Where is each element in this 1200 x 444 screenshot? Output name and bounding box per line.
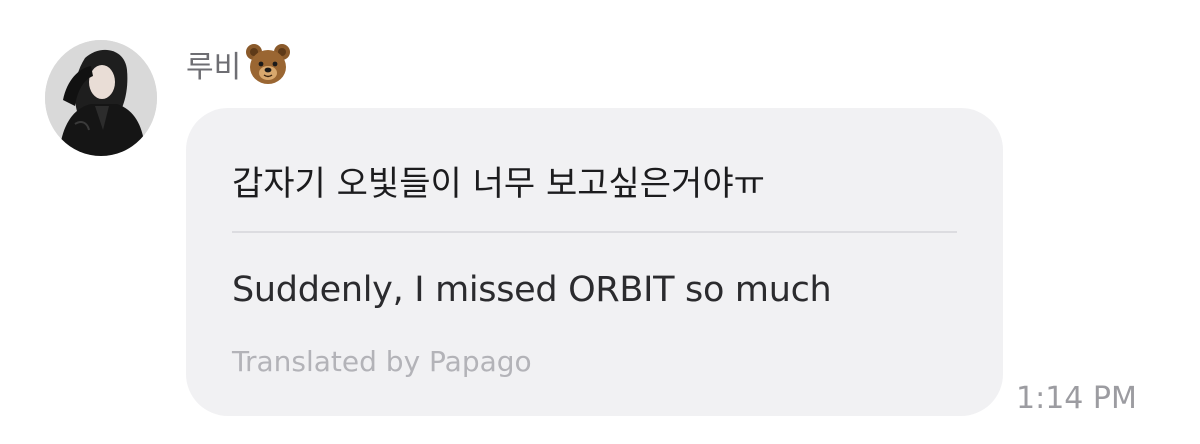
profile-photo-avatar — [45, 40, 157, 156]
sender-header: 루비 — [186, 40, 291, 88]
translated-message-text: Suddenly, I missed ORBIT so much — [232, 270, 832, 310]
translation-divider — [232, 231, 957, 233]
message-bubble[interactable]: 갑자기 오빛들이 너무 보고싶은거야ㅠ Suddenly, I missed O… — [186, 108, 1003, 416]
sender-avatar[interactable] — [45, 40, 157, 156]
original-message-text: 갑자기 오빛들이 너무 보고싶은거야ㅠ — [232, 164, 765, 204]
message-timestamp: 1:14 PM — [1016, 381, 1137, 416]
sender-name: 루비 — [186, 50, 242, 85]
bear-face-icon — [245, 42, 291, 86]
translator-attribution: Translated by Papago — [232, 345, 532, 378]
